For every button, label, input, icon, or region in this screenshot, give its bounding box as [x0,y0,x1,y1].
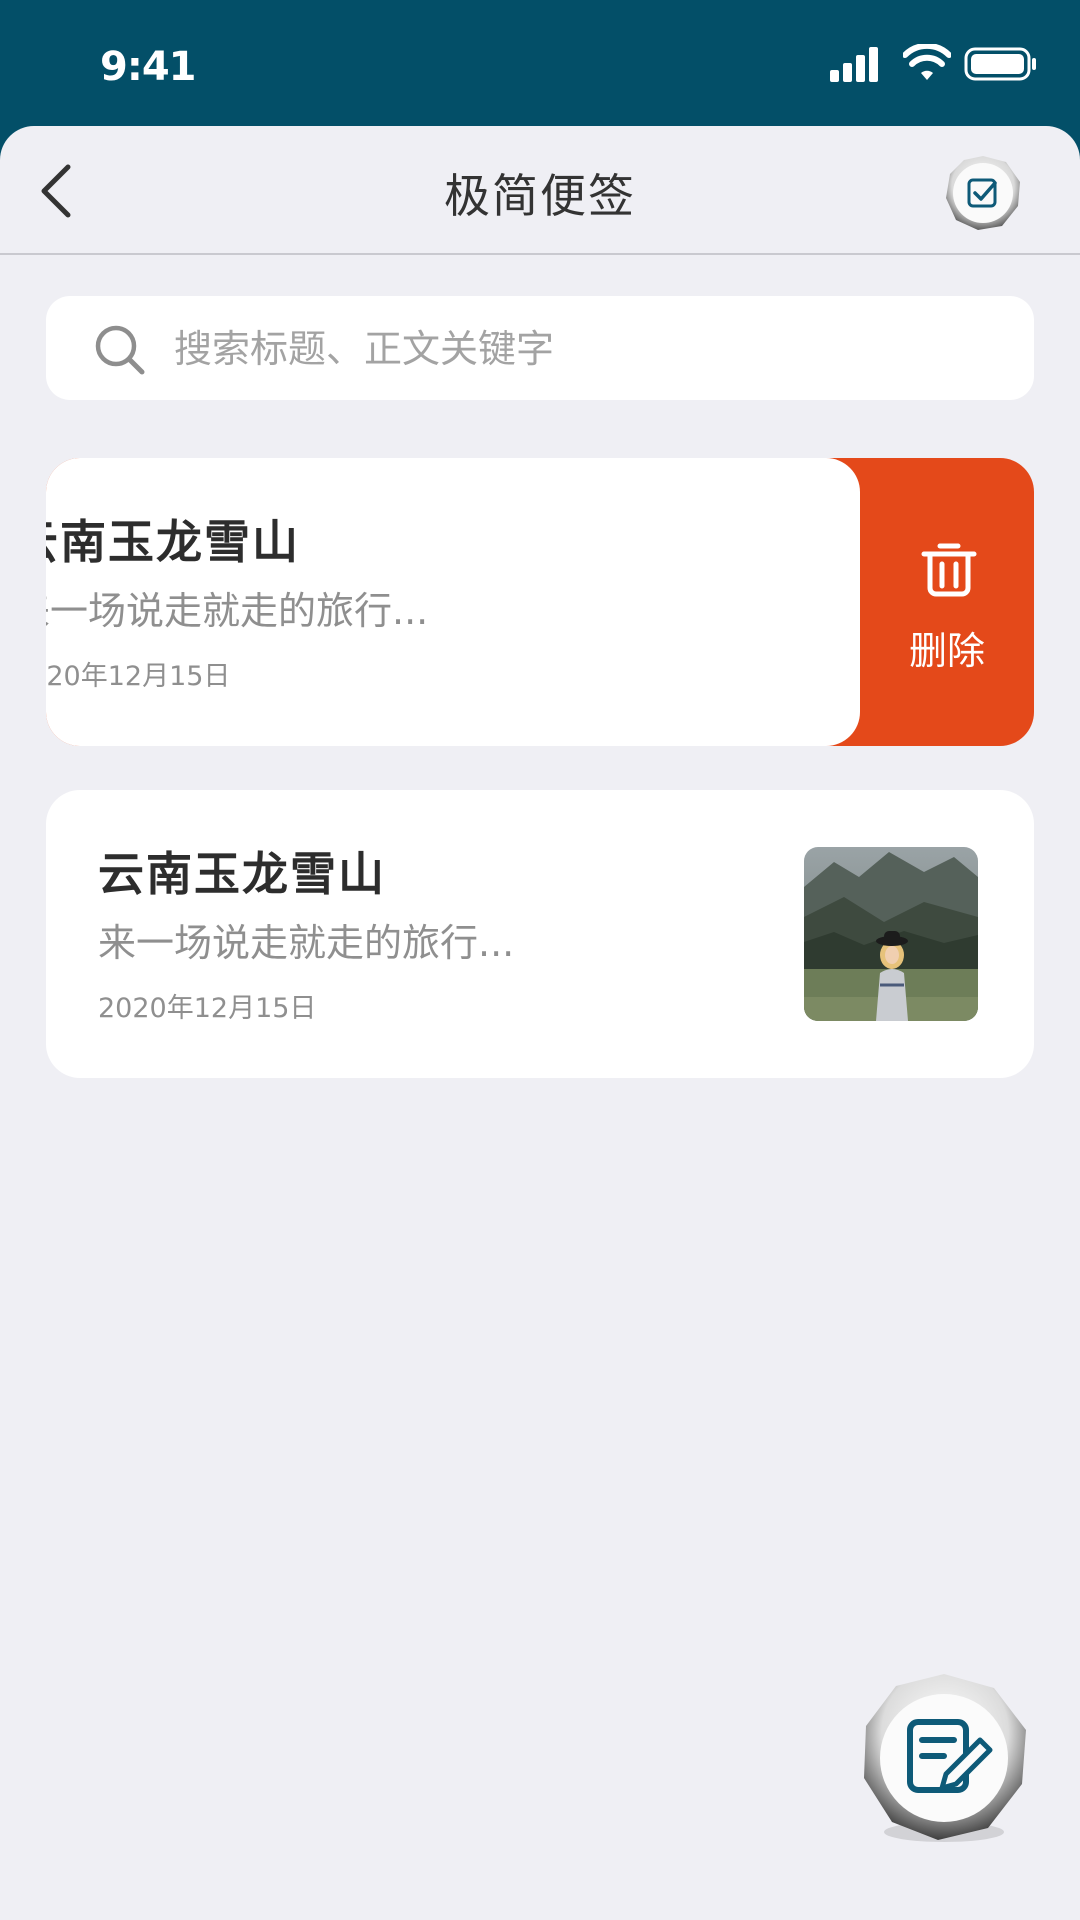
page-title: 极简便签 [444,169,636,223]
trash-icon [921,543,977,597]
search-icon [92,322,148,378]
new-note-button[interactable] [856,1670,1032,1846]
delete-label: 删除 [908,629,985,673]
battery-icon [964,47,1036,81]
note-thumbnail [804,847,978,1021]
note-date: 2020年12月15日 [98,993,317,1024]
nav-bar: 极简便签 [0,126,1080,255]
note-card-swiped[interactable]: 云南玉龙雪山 来一场说走就走的旅行... 2020年12月15日 删除 [46,458,1034,746]
status-time: 9:41 [100,44,196,90]
select-notes-button[interactable] [944,154,1022,232]
note-card-content[interactable]: 云南玉龙雪山 来一场说走就走的旅行... 2020年12月15日 [46,458,860,746]
status-bar: 9:41 [0,0,1080,126]
checkbox-edit-icon [946,156,1020,230]
note-date: 2020年12月15日 [46,661,231,692]
search-bar[interactable] [46,296,1034,400]
edit-note-icon [864,1674,1026,1842]
note-title: 云南玉龙雪山 [46,515,300,569]
cellular-signal-icon [830,47,878,82]
search-input[interactable] [172,316,996,382]
note-title: 云南玉龙雪山 [98,847,386,901]
wifi-icon [903,44,951,80]
delete-button[interactable]: 删除 [860,458,1034,746]
note-card-content[interactable]: 云南玉龙雪山 来一场说走就走的旅行... 2020年12月15日 [46,790,1034,1078]
note-excerpt: 来一场说走就走的旅行... [46,589,429,633]
app-screen: 极简便签 搜索标题、正文关键字 南玉龙雪山 来一场说走就走的旅行... 20年1… [0,126,1080,1920]
note-card[interactable]: 云南玉龙雪山 来一场说走就走的旅行... 2020年12月15日 [46,790,1034,1078]
note-excerpt: 来一场说走就走的旅行... [98,921,515,965]
